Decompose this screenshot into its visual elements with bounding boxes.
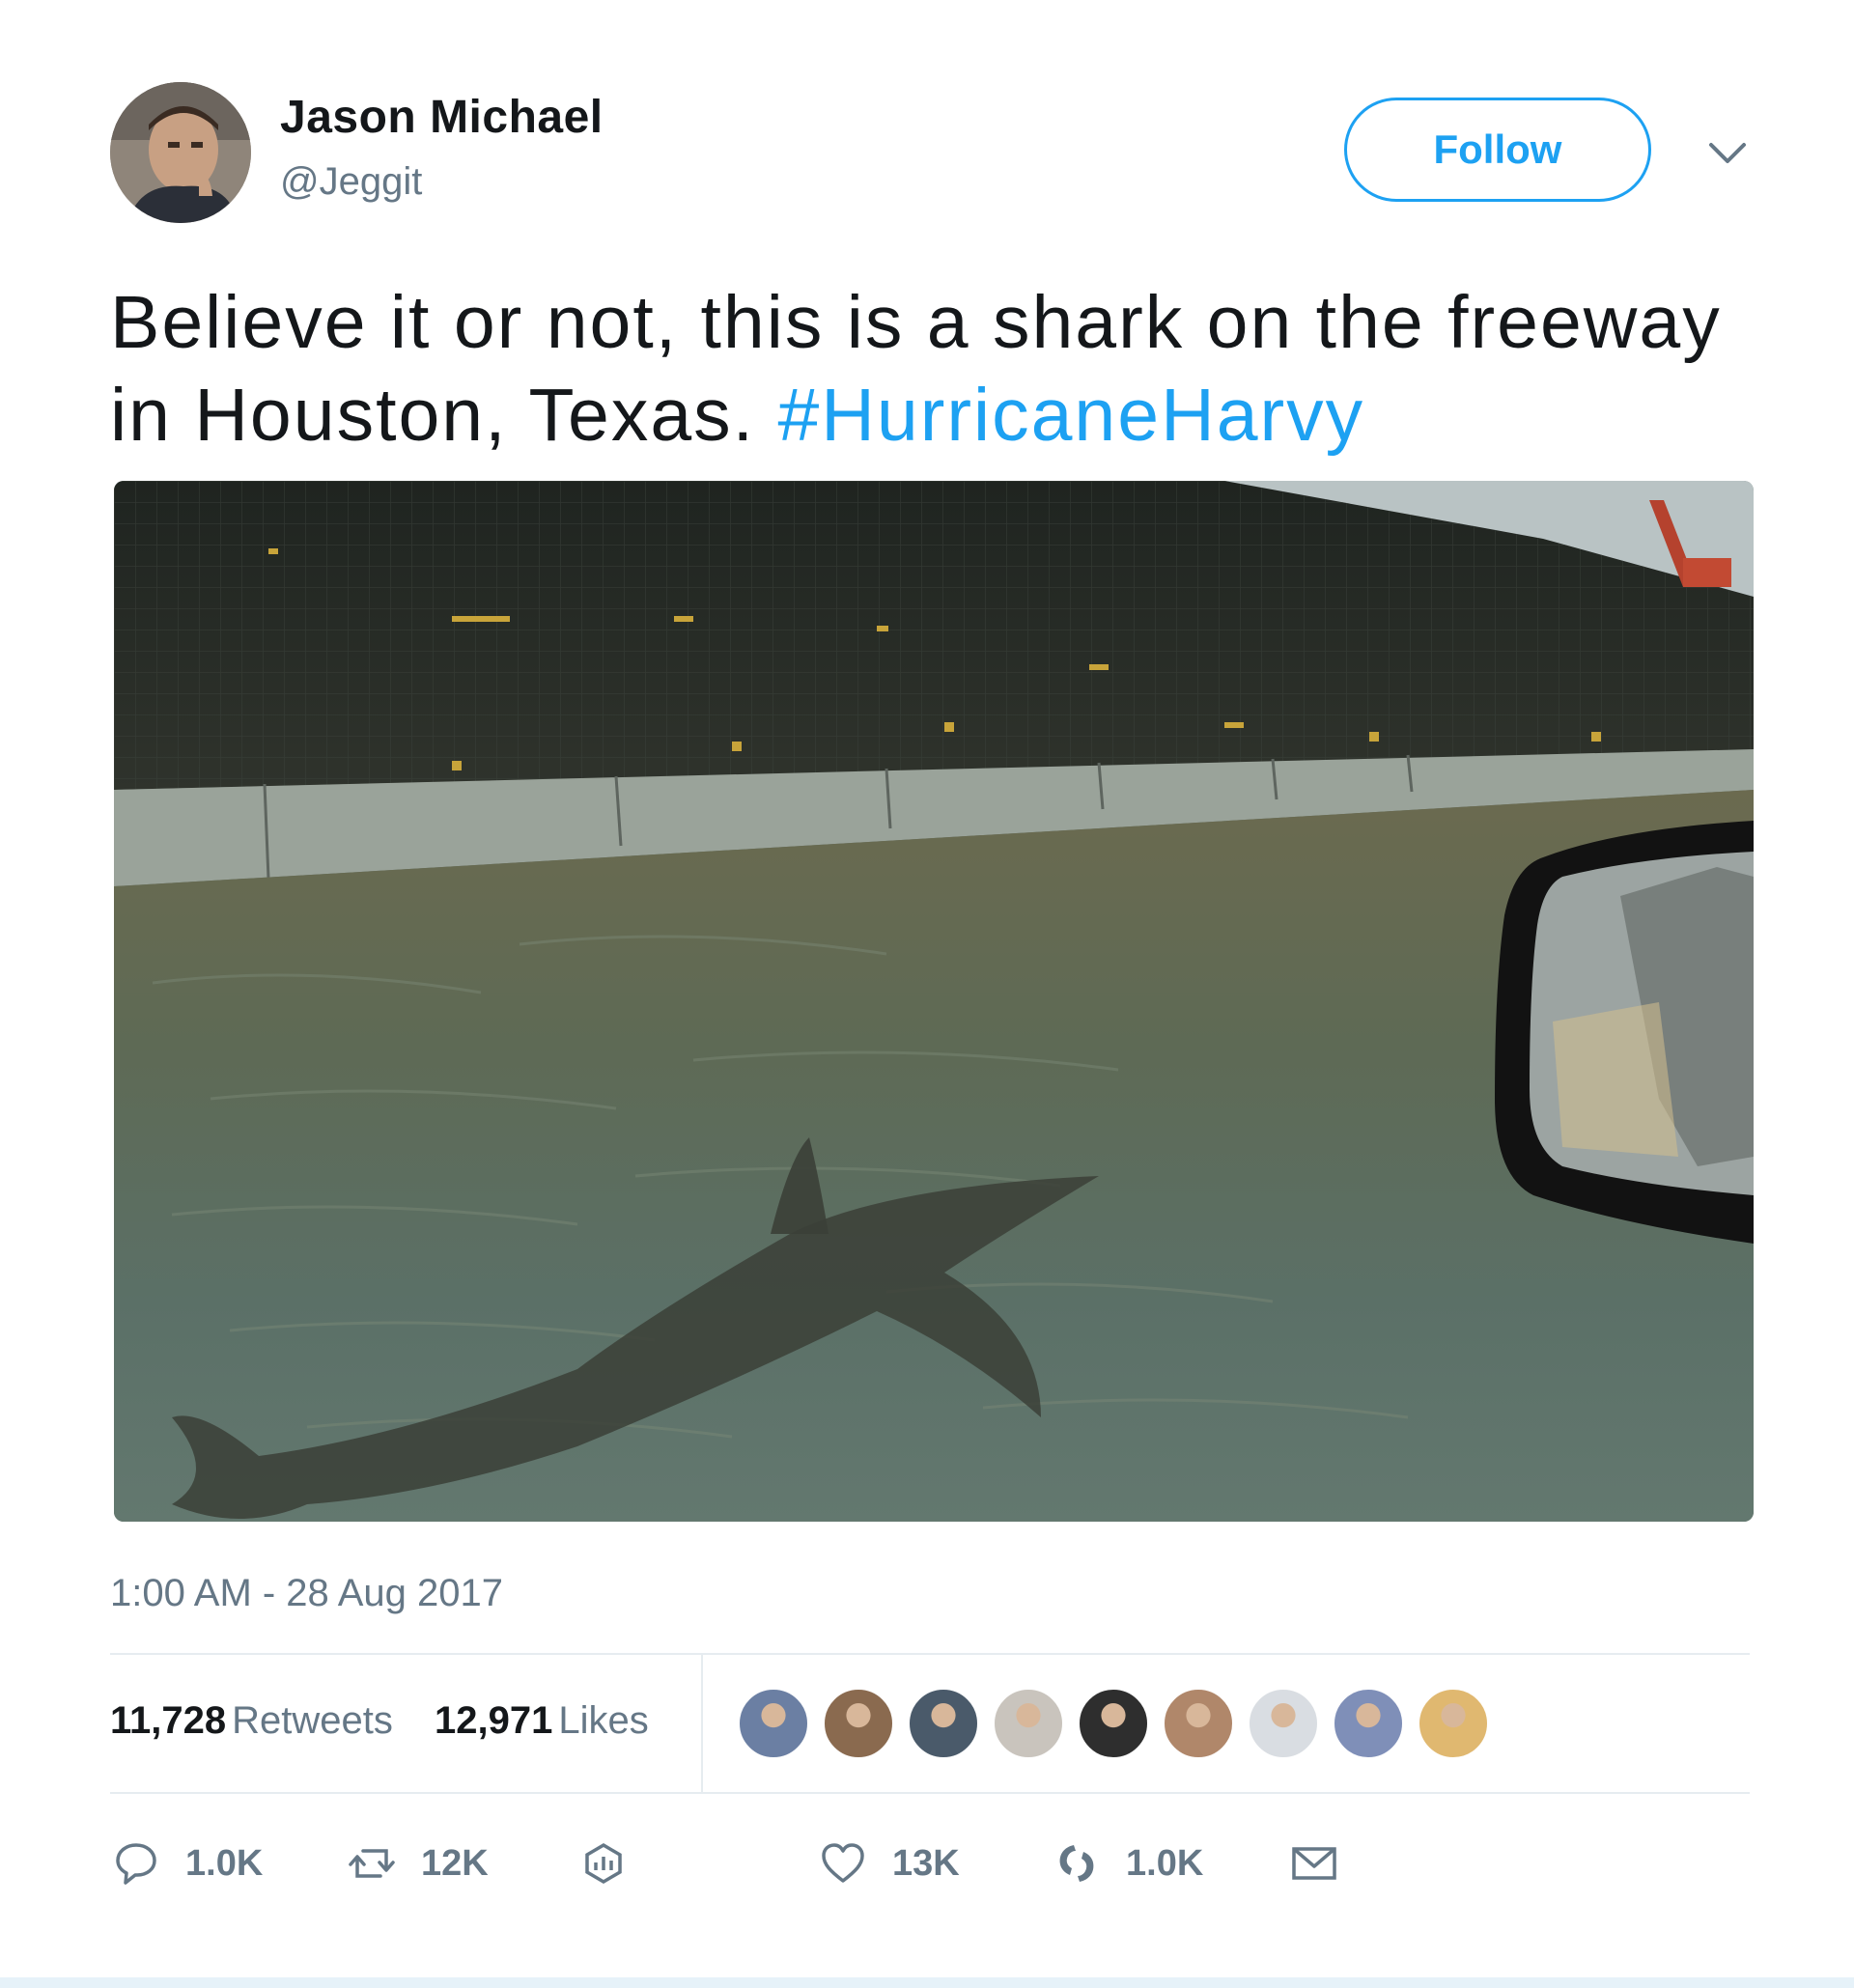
- hashtag-link[interactable]: #HurricaneHarvy: [777, 374, 1364, 457]
- retweet-button[interactable]: 12K: [348, 1834, 489, 1892]
- avatar-photo: [110, 82, 251, 223]
- retweet-icon: [349, 1849, 395, 1878]
- liker-avatar[interactable]: [738, 1688, 809, 1759]
- tweet-actions: 1.0K 12K 13K 1.0K: [110, 1834, 1365, 1892]
- avatar[interactable]: [110, 82, 251, 223]
- share-icon: [1059, 1845, 1094, 1882]
- liker-avatar[interactable]: [993, 1688, 1064, 1759]
- tweet-stats: 11,728 Retweets 12,971 Likes: [110, 1699, 680, 1743]
- chevron-down-icon[interactable]: [1703, 135, 1752, 174]
- liker-avatar[interactable]: [1333, 1688, 1404, 1759]
- follow-button[interactable]: Follow: [1344, 98, 1651, 202]
- direct-message-button[interactable]: [1290, 1834, 1338, 1892]
- reply-button[interactable]: 1.0K: [112, 1834, 263, 1892]
- liker-avatar[interactable]: [823, 1688, 894, 1759]
- retweets-count: 11,728: [110, 1699, 227, 1742]
- tweet-timestamp[interactable]: 1:00 AM - 28 Aug 2017: [110, 1572, 503, 1615]
- user-handle[interactable]: @Jeggit: [280, 160, 422, 204]
- bottom-strip: [0, 1977, 1854, 1988]
- divider: [110, 1792, 1750, 1794]
- liker-avatar[interactable]: [1163, 1688, 1234, 1759]
- liker-avatar[interactable]: [1248, 1688, 1319, 1759]
- tweet-text: Believe it or not, this is a shark on th…: [110, 276, 1771, 462]
- like-button[interactable]: 13K: [819, 1834, 960, 1892]
- display-name[interactable]: Jason Michael: [280, 91, 604, 144]
- stats-divider: [701, 1655, 703, 1792]
- like-count: 13K: [892, 1842, 960, 1884]
- tweet-card: Jason Michael @Jeggit Follow Believe it …: [0, 0, 1854, 1988]
- reply-count: 1.0K: [185, 1842, 264, 1884]
- share-count: 1.0K: [1126, 1842, 1204, 1884]
- liker-avatars: [738, 1688, 1503, 1761]
- retweets-stat[interactable]: 11,728 Retweets: [110, 1699, 393, 1743]
- liker-avatar[interactable]: [908, 1688, 979, 1759]
- likes-label: Likes: [558, 1699, 649, 1742]
- envelope-icon: [1292, 1847, 1336, 1880]
- shark-on-freeway-photo: [114, 481, 1754, 1522]
- likes-count: 12,971: [435, 1699, 553, 1742]
- heart-icon: [822, 1843, 864, 1883]
- retweets-label: Retweets: [232, 1699, 393, 1742]
- divider: [110, 1653, 1750, 1655]
- reply-icon: [116, 1843, 156, 1885]
- tweet-photo[interactable]: [114, 481, 1754, 1522]
- likes-stat[interactable]: 12,971 Likes: [435, 1699, 649, 1743]
- share-button[interactable]: 1.0K: [1053, 1834, 1203, 1892]
- analytics-button[interactable]: [579, 1834, 628, 1892]
- liker-avatar[interactable]: [1078, 1688, 1149, 1759]
- analytics-icon: [585, 1842, 622, 1885]
- retweet-count: 12K: [421, 1842, 489, 1884]
- liker-avatar[interactable]: [1418, 1688, 1489, 1759]
